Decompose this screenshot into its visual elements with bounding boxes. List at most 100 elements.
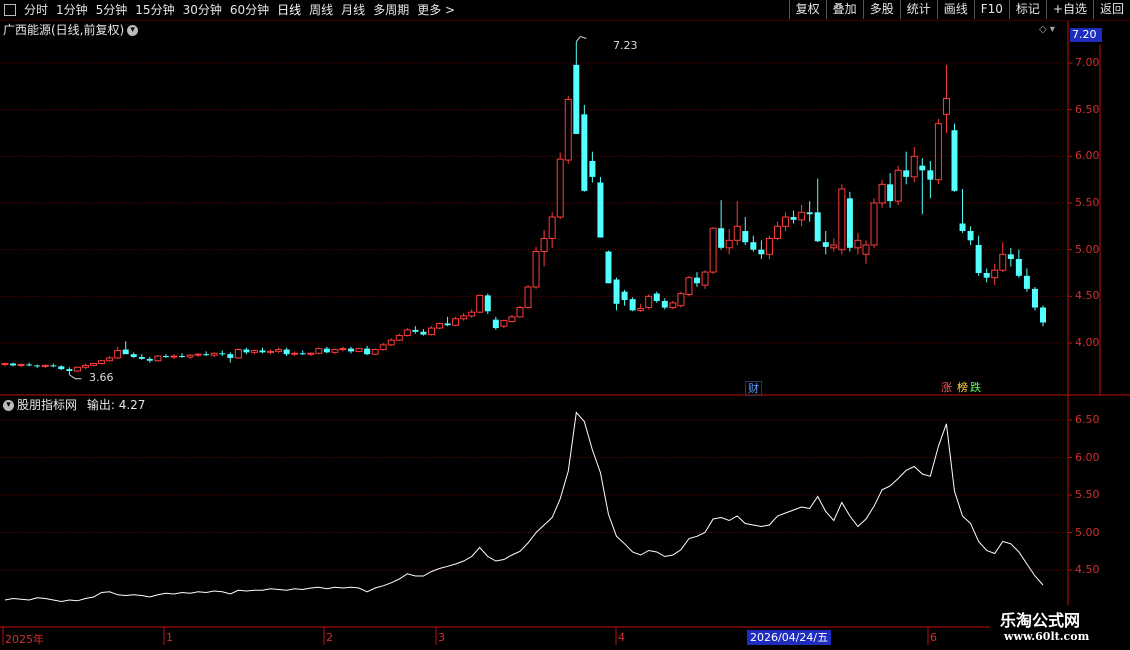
candle[interactable] <box>814 178 821 243</box>
candle[interactable] <box>315 347 323 355</box>
candle[interactable] <box>364 345 371 356</box>
candle[interactable] <box>613 277 620 311</box>
candle[interactable] <box>339 346 347 352</box>
candle[interactable] <box>1023 268 1030 292</box>
candle[interactable] <box>661 298 668 310</box>
candle[interactable] <box>983 268 990 283</box>
candle[interactable] <box>283 347 290 357</box>
candle[interactable] <box>162 354 169 358</box>
candle[interactable] <box>564 95 572 164</box>
candle[interactable] <box>154 355 162 362</box>
candle[interactable] <box>323 346 330 354</box>
candle[interactable] <box>967 226 974 245</box>
stock-title[interactable]: 广西能源(日线,前复权) ▾ <box>3 21 139 38</box>
indicator-title[interactable]: ▾ 股朋指标网 输出: 4.27 <box>3 396 145 413</box>
candle[interactable] <box>870 198 878 248</box>
candle[interactable] <box>259 347 266 354</box>
candle[interactable] <box>597 176 604 238</box>
candle[interactable] <box>573 41 580 134</box>
candle[interactable] <box>862 240 870 264</box>
candle[interactable] <box>170 354 178 359</box>
candle[interactable] <box>243 347 250 355</box>
candle[interactable] <box>403 328 411 337</box>
candle[interactable] <box>73 366 81 372</box>
candle[interactable] <box>846 191 853 252</box>
candle[interactable] <box>331 348 339 355</box>
candle[interactable] <box>130 352 137 358</box>
candle[interactable] <box>500 319 508 329</box>
candle[interactable] <box>581 105 588 192</box>
candle[interactable] <box>146 357 153 363</box>
candle[interactable] <box>725 229 733 255</box>
candle[interactable] <box>709 227 717 274</box>
candle[interactable] <box>227 352 234 363</box>
candle[interactable] <box>420 329 427 336</box>
candle[interactable] <box>427 326 435 336</box>
candle[interactable] <box>179 353 186 358</box>
candle[interactable] <box>629 297 636 312</box>
tag-zhang[interactable]: 涨 <box>939 381 954 394</box>
candle[interactable] <box>387 338 395 346</box>
candle[interactable] <box>645 294 653 310</box>
candle[interactable] <box>919 158 926 215</box>
candle[interactable] <box>1 362 9 367</box>
candle[interactable] <box>822 231 829 255</box>
candle[interactable] <box>267 349 275 355</box>
candle[interactable] <box>186 354 194 359</box>
chevron-down-icon[interactable]: ▾ <box>3 400 14 411</box>
candle[interactable] <box>468 309 476 318</box>
candle[interactable] <box>798 204 806 227</box>
candle[interactable] <box>1007 247 1014 267</box>
candle[interactable] <box>540 230 548 267</box>
candle[interactable] <box>307 352 315 357</box>
candle[interactable] <box>701 270 709 289</box>
candle[interactable] <box>299 350 306 356</box>
candle[interactable] <box>34 364 41 369</box>
candle[interactable] <box>348 346 354 354</box>
candle[interactable] <box>532 246 540 289</box>
candle[interactable] <box>106 356 114 362</box>
candle[interactable] <box>250 349 258 355</box>
candle[interactable] <box>275 347 283 354</box>
candle[interactable] <box>903 151 910 185</box>
candle[interactable] <box>194 353 202 357</box>
candle[interactable] <box>444 316 451 327</box>
candle[interactable] <box>41 364 49 369</box>
candle[interactable] <box>484 293 491 315</box>
candle[interactable] <box>621 289 628 306</box>
candle[interactable] <box>910 147 918 183</box>
candle[interactable] <box>854 232 862 255</box>
candle[interactable] <box>98 359 106 365</box>
candle[interactable] <box>927 161 934 199</box>
candle[interactable] <box>355 347 363 353</box>
candle[interactable] <box>887 173 894 208</box>
candle[interactable] <box>492 316 499 330</box>
candle[interactable] <box>942 64 950 133</box>
candle[interactable] <box>878 179 886 208</box>
candle[interactable] <box>556 152 564 219</box>
candle[interactable] <box>412 326 419 334</box>
candle[interactable] <box>742 217 749 245</box>
candle[interactable] <box>999 242 1007 273</box>
diamond-icon[interactable]: ◇ ▾ <box>1039 24 1055 35</box>
candle[interactable] <box>508 315 516 323</box>
candle[interactable] <box>26 362 33 367</box>
candle[interactable] <box>460 313 468 321</box>
candle[interactable] <box>951 123 958 192</box>
candle[interactable] <box>10 362 17 367</box>
candle[interactable] <box>782 212 790 231</box>
candle[interactable] <box>1040 305 1046 327</box>
candle[interactable] <box>750 235 757 252</box>
candle[interactable] <box>991 263 999 286</box>
candle[interactable] <box>1031 287 1038 311</box>
candle[interactable] <box>395 333 403 342</box>
candle[interactable] <box>934 119 942 185</box>
candle[interactable] <box>677 291 685 308</box>
candle[interactable] <box>436 322 444 329</box>
candle[interactable] <box>1015 249 1022 278</box>
chart-canvas[interactable] <box>0 0 1130 650</box>
candle[interactable] <box>773 221 781 241</box>
candle[interactable] <box>694 272 700 287</box>
candle[interactable] <box>685 275 693 297</box>
candle[interactable] <box>219 350 226 357</box>
